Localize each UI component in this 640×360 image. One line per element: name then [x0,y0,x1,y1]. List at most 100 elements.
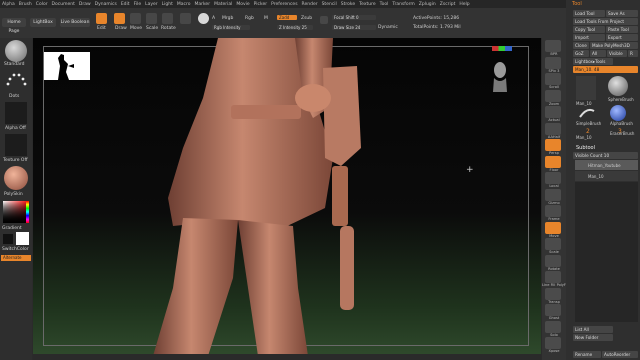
zsub-button[interactable]: Zsub [301,16,312,21]
menu-item-stencil[interactable]: Stencil [322,2,337,7]
sculpt-model[interactable] [33,38,541,356]
menu-item-macro[interactable]: Macro [177,2,191,7]
tool-thumb-man[interactable] [576,76,596,100]
menu-item-render[interactable]: Render [302,2,318,7]
shelf-button-line-fill-polyf[interactable] [545,271,561,283]
dots-stroke-icon[interactable] [5,70,27,90]
menu-item-edit[interactable]: Edit [121,2,130,7]
live-boolean-button[interactable]: Live Boolean [60,18,90,27]
menu-item-stroke[interactable]: Stroke [341,2,355,7]
sphere-brush-icon[interactable] [608,76,628,96]
a-label[interactable]: A [212,16,215,21]
shelf-button-spix-3[interactable] [545,56,561,69]
zadd-button[interactable]: Zadd [277,15,297,20]
load-from-project-button[interactable]: Load Tools From Project [573,18,638,25]
switch-color-button[interactable]: SwitchColor [2,247,29,252]
draw-size-slider[interactable]: Draw Size 24 [332,25,376,30]
shelf-button-aahalf[interactable] [545,122,561,135]
edit-button[interactable] [96,13,107,24]
draw-button[interactable] [114,13,125,24]
clone-button[interactable]: Clone [573,42,589,49]
goz-button[interactable]: GoZ [573,50,589,57]
shelf-button-move[interactable] [545,221,561,234]
shelf-button-ghost[interactable] [545,304,561,316]
import-button[interactable]: Import [573,34,605,41]
menu-item-picker[interactable]: Picker [254,2,267,7]
copy-tool-button[interactable]: Copy Tool [573,26,605,33]
move-button[interactable] [130,13,141,24]
alpha-icon[interactable] [5,102,27,124]
shelf-button-frame[interactable] [545,205,561,217]
menu-item-texture[interactable]: Texture [359,2,375,7]
home-page-button[interactable]: Home Page [2,18,26,34]
tool-panel-title[interactable]: Tool [572,1,582,7]
menu-item-dynamics[interactable]: Dynamics [95,2,117,7]
alpha-brush-icon[interactable] [610,105,626,121]
menu-item-marker[interactable]: Marker [195,2,211,7]
current-tool-slider[interactable]: Man_10. 48 [573,66,638,73]
menu-item-file[interactable]: File [134,2,142,7]
menu-item-layer[interactable]: Layer [145,2,158,7]
gradient-label[interactable]: Gradient [2,226,22,231]
mrgb-button[interactable]: Mrgb [222,16,233,21]
menu-item-tool[interactable]: Tool [380,2,389,7]
rgb-button[interactable]: Rgb [245,16,254,21]
shelf-button-solo[interactable] [545,320,561,333]
shelf-button-scale[interactable] [545,238,561,250]
shelf-button-scroll[interactable] [545,73,561,85]
list-all-button[interactable]: List All [573,326,613,333]
secondary-color-swatch[interactable] [3,234,13,244]
texture-icon[interactable] [5,134,27,156]
menu-item-help[interactable]: Help [459,2,469,7]
subtool-row[interactable] [575,171,638,181]
menu-item-draw[interactable]: Draw [79,2,91,7]
save-as-button[interactable]: Save As [606,10,638,17]
dynamic-toggle[interactable]: Dynamic [378,25,398,30]
visible-count-slider[interactable]: Visible Count 10 [573,152,638,159]
auto-reorder-button[interactable]: AutoReorder [602,351,638,358]
menu-item-transform[interactable]: Transform [392,2,414,7]
shelf-button-local[interactable] [545,172,561,184]
new-folder-button[interactable]: New Folder [573,334,613,341]
standard-brush-icon[interactable] [5,40,27,62]
paste-tool-button[interactable]: Paste Tool [606,26,638,33]
shelf-button-xpose[interactable] [545,337,561,349]
shelf-button-zoom[interactable] [545,89,561,102]
main-color-swatch[interactable] [16,232,29,245]
r-button[interactable]: R [628,50,638,57]
menu-item-zscript[interactable]: Zscript [440,2,456,7]
menu-item-alpha[interactable]: Alpha [2,2,15,7]
visible-button[interactable]: Visible [607,50,627,57]
menu-item-color[interactable]: Color [36,2,48,7]
rotate-button[interactable] [162,13,173,24]
shelf-button-transp[interactable] [545,287,561,300]
menu-item-zplugin[interactable]: Zplugin [419,2,436,7]
export-button[interactable]: Export [606,34,638,41]
viewport-canvas[interactable]: + [33,38,541,356]
focal-shift-slider[interactable]: Focal Shift 0 [332,15,376,20]
load-tool-button[interactable]: Load Tool [573,10,605,17]
scale-button[interactable] [146,13,157,24]
menu-item-document[interactable]: Document [52,2,75,7]
shelf-button-persp[interactable] [545,139,561,151]
shelf-button-gizmo[interactable] [545,188,561,201]
all-button[interactable]: All [590,50,606,57]
menu-item-movie[interactable]: Movie [236,2,249,7]
rename-button[interactable]: Rename [573,351,601,358]
shelf-button-rotate[interactable] [545,254,561,267]
z-intensity-slider[interactable]: Z Intensity 25 [277,25,313,30]
lightbox-tools-button[interactable]: Lightbox▸Tools [573,58,613,65]
make-polymesh-button[interactable]: Make PolyMesh3D [590,42,638,49]
shelf-button-bpr[interactable] [545,40,561,52]
shelf-button-actual[interactable] [545,106,561,118]
rgb-intensity-slider[interactable]: Rgb Intensity [212,25,250,30]
material-sphere-icon[interactable] [198,13,209,24]
menu-item-preferences[interactable]: Preferences [271,2,297,7]
polyframe-button[interactable] [180,13,191,24]
menu-item-brush[interactable]: Brush [19,2,32,7]
menu-item-material[interactable]: Material [214,2,232,7]
subtool-header[interactable]: Subtool [576,145,595,151]
hue-strip[interactable] [26,201,29,223]
alternate-button[interactable]: Alternate [1,255,31,261]
lightbox-button[interactable]: LightBox [30,18,56,27]
